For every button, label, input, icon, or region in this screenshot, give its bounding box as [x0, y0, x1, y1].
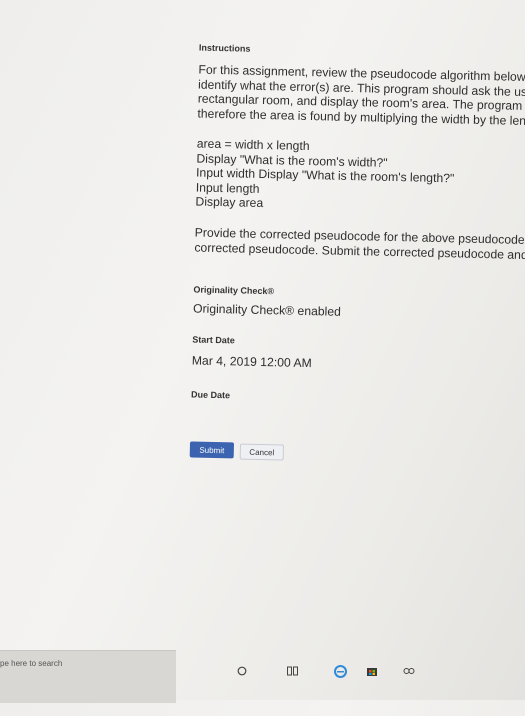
start-date-value: Mar 4, 2019 12:00 AM	[191, 353, 312, 371]
edge-browser-icon[interactable]	[333, 664, 347, 678]
cortana-icon[interactable]	[235, 664, 249, 678]
originality-check-value: Originality Check® enabled	[192, 301, 342, 319]
people-icon[interactable]	[402, 664, 416, 678]
due-date-label: Due Date	[190, 389, 231, 401]
cancel-button[interactable]: Cancel	[239, 443, 284, 461]
taskbar-search-box[interactable]: ype here to search	[0, 650, 176, 703]
instructions-paragraph-2: Provide the corrected pseudocode for the…	[194, 225, 525, 263]
task-view-icon[interactable]	[286, 664, 300, 678]
store-icon[interactable]	[365, 664, 379, 678]
assignment-page: Instructions For this assignment, review…	[0, 0, 525, 712]
taskbar-search-input[interactable]: ype here to search	[0, 659, 62, 668]
submit-button[interactable]: Submit	[189, 441, 235, 459]
start-date-label: Start Date	[192, 334, 235, 346]
instructions-paragraph-1: For this assignment, review the pseudoco…	[197, 63, 525, 128]
originality-check-label: Originality Check®	[193, 284, 275, 297]
pseudocode-block: area = width x length Display "What is t…	[195, 137, 497, 216]
instructions-heading: Instructions	[198, 42, 251, 54]
